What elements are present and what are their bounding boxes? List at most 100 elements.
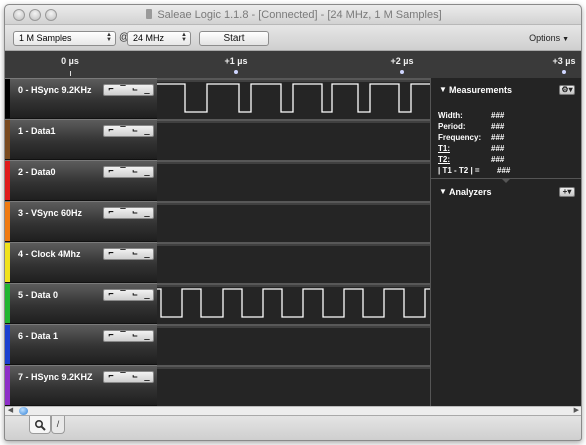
scroll-right-icon[interactable]: ▶	[574, 407, 579, 415]
rising-edge-icon[interactable]: ⌐	[105, 249, 117, 259]
analyzers-header[interactable]: ▼ Analyzers +▾	[431, 184, 581, 201]
trigger-selector[interactable]: ⌐ ‾ ⌙ _	[103, 330, 154, 342]
channel-label[interactable]: 5 - Data 0	[18, 290, 58, 300]
channel-row[interactable]: 2 - Data0 ⌐ ‾ ⌙ _	[5, 160, 157, 201]
high-level-icon[interactable]: ‾	[117, 126, 129, 136]
falling-edge-icon[interactable]: ⌙	[129, 290, 141, 300]
search-icon	[34, 419, 46, 431]
channel-row[interactable]: 3 - VSync 60Hz ⌐ ‾ ⌙ _	[5, 201, 157, 242]
measurement-value: ###	[491, 122, 505, 131]
window-title: Saleae Logic 1.1.8 - [Connected] - [24 M…	[157, 9, 442, 21]
high-level-icon[interactable]: ‾	[117, 331, 129, 341]
high-level-icon[interactable]: ‾	[117, 208, 129, 218]
app-window: Saleae Logic 1.1.8 - [Connected] - [24 M…	[4, 4, 582, 441]
trigger-selector[interactable]: ⌐ ‾ ⌙ _	[103, 125, 154, 137]
start-button[interactable]: Start	[199, 31, 269, 46]
channel-label[interactable]: 2 - Data0	[18, 167, 56, 177]
scroll-left-icon[interactable]: ◀	[6, 407, 15, 415]
trigger-selector[interactable]: ⌐ ‾ ⌙ _	[103, 84, 154, 96]
high-level-icon[interactable]: ‾	[117, 249, 129, 259]
tab-slash-icon: /	[56, 419, 60, 429]
measurement-label: Period:	[438, 122, 466, 131]
channel-lane	[157, 324, 430, 365]
samples-select[interactable]: 1 M Samples ▲ ▼	[13, 31, 116, 46]
low-level-icon[interactable]: _	[141, 331, 153, 341]
low-level-icon[interactable]: _	[141, 167, 153, 177]
trigger-selector[interactable]: ⌐ ‾ ⌙ _	[103, 207, 154, 219]
search-tab[interactable]	[29, 416, 51, 434]
rising-edge-icon[interactable]: ⌐	[105, 85, 117, 95]
high-level-icon[interactable]: ‾	[117, 372, 129, 382]
rising-edge-icon[interactable]: ⌐	[105, 290, 117, 300]
falling-edge-icon[interactable]: ⌙	[129, 126, 141, 136]
falling-edge-icon[interactable]: ⌙	[129, 208, 141, 218]
horizontal-scrollbar[interactable]: ◀ ▶	[5, 406, 581, 415]
ruler-label: 0 µs	[61, 56, 79, 66]
low-level-icon[interactable]: _	[141, 208, 153, 218]
channel-row[interactable]: 7 - HSync 9.2KHZ ⌐ ‾ ⌙ _	[5, 365, 157, 406]
trigger-selector[interactable]: ⌐ ‾ ⌙ _	[103, 371, 154, 383]
trigger-selector[interactable]: ⌐ ‾ ⌙ _	[103, 289, 154, 301]
rising-edge-icon[interactable]: ⌐	[105, 331, 117, 341]
measurement-value: ###	[497, 166, 511, 175]
ruler-label: +1 µs	[224, 56, 248, 66]
channel-lane	[157, 119, 430, 160]
time-ruler[interactable]: 0 µs +1 µs +2 µs +3 µs	[5, 51, 581, 78]
channel-color-bar	[5, 366, 10, 405]
rate-select[interactable]: 24 MHz ▲ ▼	[127, 31, 191, 46]
collapse-triangle-icon: ▼	[439, 187, 447, 196]
falling-edge-icon[interactable]: ⌙	[129, 167, 141, 177]
low-level-icon[interactable]: _	[141, 372, 153, 382]
high-level-icon[interactable]: ‾	[117, 167, 129, 177]
collapse-triangle-icon: ▼	[439, 85, 447, 94]
measurement-label: | T1 - T2 | =	[438, 166, 480, 175]
channel-label[interactable]: 1 - Data1	[18, 126, 56, 136]
low-level-icon[interactable]: _	[141, 126, 153, 136]
channel-label[interactable]: 4 - Clock 4Mhz	[18, 249, 81, 259]
low-level-icon[interactable]: _	[141, 290, 153, 300]
channel-label[interactable]: 6 - Data 1	[18, 331, 58, 341]
scroll-knob[interactable]	[19, 407, 28, 415]
channel-label[interactable]: 3 - VSync 60Hz	[18, 208, 82, 218]
rate-value: 24 MHz	[133, 33, 165, 43]
falling-edge-icon[interactable]: ⌙	[129, 372, 141, 382]
waveform-area[interactable]	[157, 78, 430, 406]
falling-edge-icon[interactable]: ⌙	[129, 85, 141, 95]
channel-lane	[157, 160, 430, 201]
falling-edge-icon[interactable]: ⌙	[129, 249, 141, 259]
channel-row[interactable]: 4 - Clock 4Mhz ⌐ ‾ ⌙ _	[5, 242, 157, 283]
measurement-label: Width:	[438, 111, 463, 120]
channel-row[interactable]: 1 - Data1 ⌐ ‾ ⌙ _	[5, 119, 157, 160]
rising-edge-icon[interactable]: ⌐	[105, 126, 117, 136]
channel-row[interactable]: 5 - Data 0 ⌐ ‾ ⌙ _	[5, 283, 157, 324]
measurements-header[interactable]: ▼ Measurements ⚙▾	[431, 82, 581, 99]
measurement-label[interactable]: T1:	[438, 144, 450, 153]
rising-edge-icon[interactable]: ⌐	[105, 372, 117, 382]
gear-icon[interactable]: ⚙▾	[559, 85, 575, 95]
channel-row[interactable]: 0 - HSync 9.2KHz ⌐ ‾ ⌙ _	[5, 78, 157, 119]
ruler-marker-icon	[234, 70, 238, 74]
measurement-label[interactable]: T2:	[438, 155, 450, 164]
channel-lane	[157, 365, 430, 406]
trigger-selector[interactable]: ⌐ ‾ ⌙ _	[103, 248, 154, 260]
channel-color-bar	[5, 79, 10, 118]
low-level-icon[interactable]: _	[141, 249, 153, 259]
add-analyzer-icon[interactable]: +▾	[559, 187, 575, 197]
ruler-marker-icon	[562, 70, 566, 74]
falling-edge-icon[interactable]: ⌙	[129, 331, 141, 341]
options-menu[interactable]: Options ▼	[529, 33, 569, 43]
low-level-icon[interactable]: _	[141, 85, 153, 95]
channel-label[interactable]: 7 - HSync 9.2KHZ	[18, 372, 93, 382]
select-arrows-icon: ▲ ▼	[181, 32, 187, 43]
high-level-icon[interactable]: ‾	[117, 290, 129, 300]
high-level-icon[interactable]: ‾	[117, 85, 129, 95]
rising-edge-icon[interactable]: ⌐	[105, 167, 117, 177]
trigger-selector[interactable]: ⌐ ‾ ⌙ _	[103, 166, 154, 178]
rising-edge-icon[interactable]: ⌐	[105, 208, 117, 218]
measurement-value: ###	[491, 111, 505, 120]
channel-row[interactable]: 6 - Data 1 ⌐ ‾ ⌙ _	[5, 324, 157, 365]
tab-add[interactable]: /	[51, 416, 65, 434]
channel-label[interactable]: 0 - HSync 9.2KHz	[18, 85, 92, 95]
measurements-title: Measurements	[449, 85, 513, 95]
ruler-marker-icon	[400, 70, 404, 74]
